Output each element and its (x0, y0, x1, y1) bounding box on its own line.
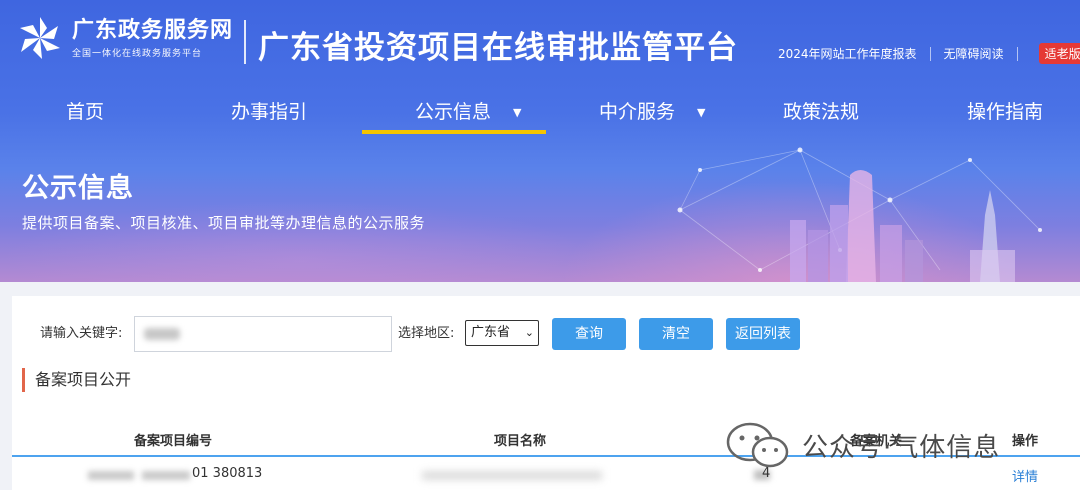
banner-title: 公示信息 (22, 173, 134, 204)
brand[interactable]: 广东政务服务网 全国一体化在线政务服务平台 (16, 14, 233, 62)
main-nav: 首页 办事指引 公示信息 ▼ 中介服务 ▼ 政策法规 操作指南 (0, 90, 1080, 134)
nav-label: 政策法规 (783, 101, 860, 123)
wechat-icon (726, 422, 789, 468)
region-select[interactable]: 广东省 ⌄ (465, 320, 539, 346)
nav-item-home[interactable]: 首页 (66, 90, 104, 134)
top-links: 2024年网站工作年度报表 无障碍阅读 适老版 (778, 43, 1080, 64)
nav-item-public-info[interactable]: 公示信息 ▼ (415, 90, 521, 134)
nav-item-agency-service[interactable]: 中介服务 ▼ (599, 90, 705, 134)
caret-down-icon: ▼ (697, 105, 706, 119)
nav-active-indicator (362, 130, 546, 134)
redacted-text (88, 471, 134, 480)
watermark: 公众号·气体信息 (724, 420, 1000, 470)
platform-title: 广东省投资项目在线审批监管平台 (258, 30, 738, 66)
city-skyline-illustration (677, 147, 1042, 282)
header-divider (244, 20, 246, 64)
link-divider (929, 46, 931, 61)
col-code: 备案项目编号 (134, 434, 213, 449)
redacted-text (422, 471, 602, 480)
search-bar: 请输入关键字: 选择地区: 广东省 ⌄ 查询 清空 返回列表 (12, 316, 1080, 352)
annual-report-link[interactable]: 2024年网站工作年度报表 (778, 45, 917, 62)
row-code: 01 380813 (192, 466, 263, 481)
banner-subtitle: 提供项目备案、项目核准、项目审批等办理信息的公示服务 (22, 214, 426, 232)
nav-item-manual[interactable]: 操作指南 (967, 90, 1043, 134)
accessible-reading-link[interactable]: 无障碍阅读 (944, 45, 1004, 62)
detail-link[interactable]: 详情 (1012, 466, 1038, 485)
query-button[interactable]: 查询 (552, 318, 626, 350)
col-op: 操作 (1012, 434, 1039, 449)
caret-down-icon: ▼ (513, 105, 522, 119)
region-label: 选择地区: (398, 326, 455, 341)
link-divider (1016, 46, 1018, 61)
nav-label: 操作指南 (967, 101, 1044, 123)
region-value: 广东省 (471, 325, 511, 340)
nav-label: 公示信息 (415, 101, 492, 123)
redacted-text (142, 471, 190, 480)
col-name: 项目名称 (494, 434, 547, 449)
brand-subtitle: 全国一体化在线政务服务平台 (72, 48, 203, 59)
gd-gov-logo-icon (20, 17, 60, 59)
chevron-down-icon: ⌄ (524, 326, 534, 339)
section-title: 备案项目公开 (22, 368, 131, 392)
keyword-label: 请输入关键字: (40, 326, 123, 341)
keyword-redacted (144, 328, 180, 340)
nav-item-policy[interactable]: 政策法规 (783, 90, 859, 134)
watermark-text: 公众号·气体信息 (802, 432, 1001, 463)
nav-item-guide[interactable]: 办事指引 (231, 90, 307, 134)
nav-label: 中介服务 (599, 101, 676, 123)
clear-button[interactable]: 清空 (639, 318, 713, 350)
back-to-list-button[interactable]: 返回列表 (726, 318, 800, 350)
brand-name: 广东政务服务网 (72, 17, 234, 43)
elder-mode-button[interactable]: 适老版 (1038, 43, 1080, 64)
nav-label: 办事指引 (231, 101, 308, 123)
nav-label: 首页 (66, 101, 105, 123)
header-banner: 广东政务服务网 全国一体化在线政务服务平台 广东省投资项目在线审批监管平台 20… (0, 0, 1080, 282)
